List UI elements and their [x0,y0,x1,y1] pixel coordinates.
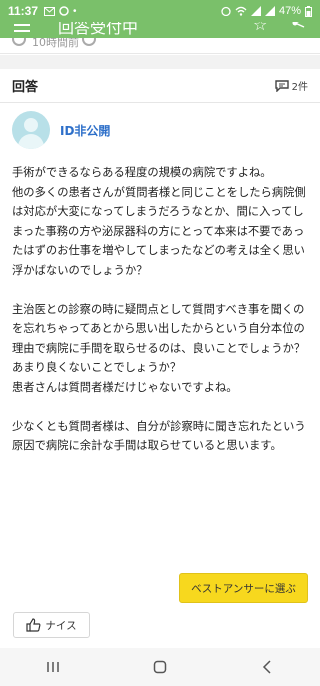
app-bar: 回答受付中 ☆ [0,22,320,38]
question-meta: 10時間前 [0,38,320,54]
signal-icon [250,6,261,16]
nice-label: ナイス [45,619,77,632]
recent-apps-icon [47,662,60,672]
comment-icon [274,79,289,92]
notification-icons: • [44,6,77,17]
answer-user: ID非公開 [12,111,110,149]
answer-heading: 回答 [12,80,39,95]
signal-icon-2 [264,6,275,16]
wifi-icon [235,6,247,16]
more-dot-icon: • [73,5,77,17]
status-time: 11:37 [8,4,39,18]
best-answer-button[interactable]: ベストアンサーに選ぶ [179,573,308,603]
home-button[interactable] [140,652,180,682]
menu-icon[interactable] [14,22,30,32]
system-icons: 47% [221,5,312,17]
answer-section-header: 回答 2件 [0,69,320,103]
battery-text: 47% [278,5,301,17]
battery-icon [305,5,312,17]
home-icon [153,660,167,674]
clock-icon [12,38,26,46]
page-title: 回答受付中 [58,22,139,37]
views-icon [82,38,96,46]
android-nav-bar [0,648,320,686]
status-bar: 11:37 • 47% [0,0,320,22]
recent-apps-button[interactable] [33,652,73,682]
answer-count: 2件 [274,78,308,93]
avatar [12,111,50,149]
star-icon[interactable]: ☆ [253,22,267,34]
app-notification-icon [59,6,69,16]
nice-button[interactable]: ナイス [13,612,90,638]
alarm-icon [221,6,231,16]
answer-count-text: 2件 [291,82,308,93]
answer-text: 手術ができるならある程度の規模の病院ですよね。 他の多くの患者さんが質問者様と同… [12,166,306,452]
thumbs-up-icon [26,618,41,632]
user-name: ID非公開 [60,123,111,138]
posted-time: 10時間前 [32,38,79,49]
back-button[interactable] [247,652,287,682]
section-divider [0,55,320,69]
mail-icon [44,6,56,16]
share-icon[interactable] [292,22,308,30]
back-icon [262,660,271,674]
